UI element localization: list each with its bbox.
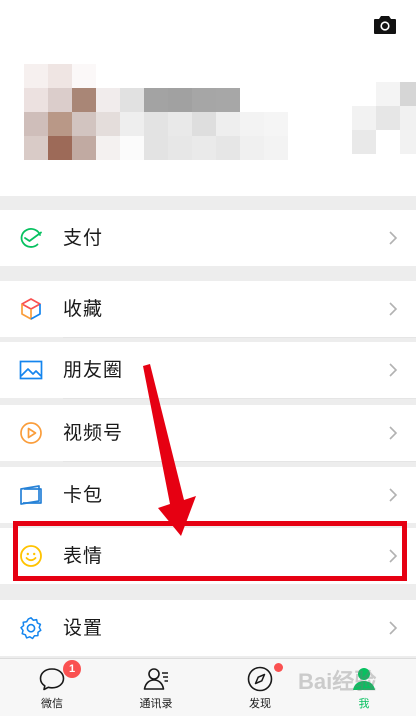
- menu-item-favorites[interactable]: 收藏: [0, 281, 416, 337]
- moments-image-icon: [19, 360, 43, 380]
- card-wallet-icon: [20, 485, 42, 505]
- compass-icon: [247, 666, 273, 692]
- divider: [63, 337, 416, 338]
- me-person-icon: [353, 668, 375, 690]
- tab-label: 发现: [249, 697, 271, 710]
- tab-contacts[interactable]: 通讯录: [104, 659, 208, 716]
- menu-label: 表情: [63, 545, 104, 567]
- tab-discover[interactable]: 发现: [208, 659, 312, 716]
- unread-badge: 1: [63, 660, 81, 678]
- tab-label: 通讯录: [139, 697, 173, 710]
- menu-item-settings[interactable]: 设置: [0, 600, 416, 656]
- tab-chats[interactable]: 1 微信: [0, 659, 104, 716]
- favorites-cube-icon: [21, 298, 41, 320]
- chevron-right-icon: [389, 549, 398, 563]
- chat-bubble-icon: [39, 668, 65, 691]
- tab-bar: 1 微信 通讯录 发现 我: [0, 658, 416, 716]
- sticker-smile-icon: [20, 545, 42, 567]
- menu-label: 收藏: [63, 298, 104, 320]
- contacts-icon: [143, 668, 168, 690]
- menu-item-stickers[interactable]: 表情: [0, 528, 416, 584]
- menu-item-card-wallet[interactable]: 卡包: [0, 467, 416, 523]
- menu-label: 支付: [63, 227, 104, 249]
- chevron-right-icon: [389, 231, 398, 245]
- chevron-right-icon: [389, 363, 398, 377]
- menu-item-pay[interactable]: 支付: [0, 210, 416, 266]
- divider: [63, 461, 416, 462]
- camera-icon[interactable]: [374, 15, 396, 34]
- new-dot-badge: [274, 663, 283, 672]
- menu-label: 卡包: [63, 484, 104, 506]
- channels-play-icon: [20, 422, 42, 444]
- avatar[interactable]: [24, 64, 336, 160]
- tab-label: 我: [358, 697, 370, 710]
- settings-gear-icon: [20, 617, 42, 640]
- chevron-right-icon: [389, 426, 398, 440]
- profile-header[interactable]: [0, 0, 416, 196]
- menu-label: 朋友圈: [63, 359, 124, 381]
- menu-label: 设置: [63, 617, 104, 639]
- menu-label: 视频号: [63, 422, 124, 444]
- pay-icon: [20, 228, 42, 248]
- qr-code-area[interactable]: [352, 82, 416, 154]
- chevron-right-icon: [389, 488, 398, 502]
- menu-item-moments[interactable]: 朋友圈: [0, 342, 416, 398]
- divider: [63, 398, 416, 399]
- chevron-right-icon: [389, 621, 398, 635]
- tab-me[interactable]: 我: [312, 659, 416, 716]
- chevron-right-icon: [389, 302, 398, 316]
- menu-item-channels[interactable]: 视频号: [0, 405, 416, 461]
- tab-label: 微信: [41, 697, 63, 710]
